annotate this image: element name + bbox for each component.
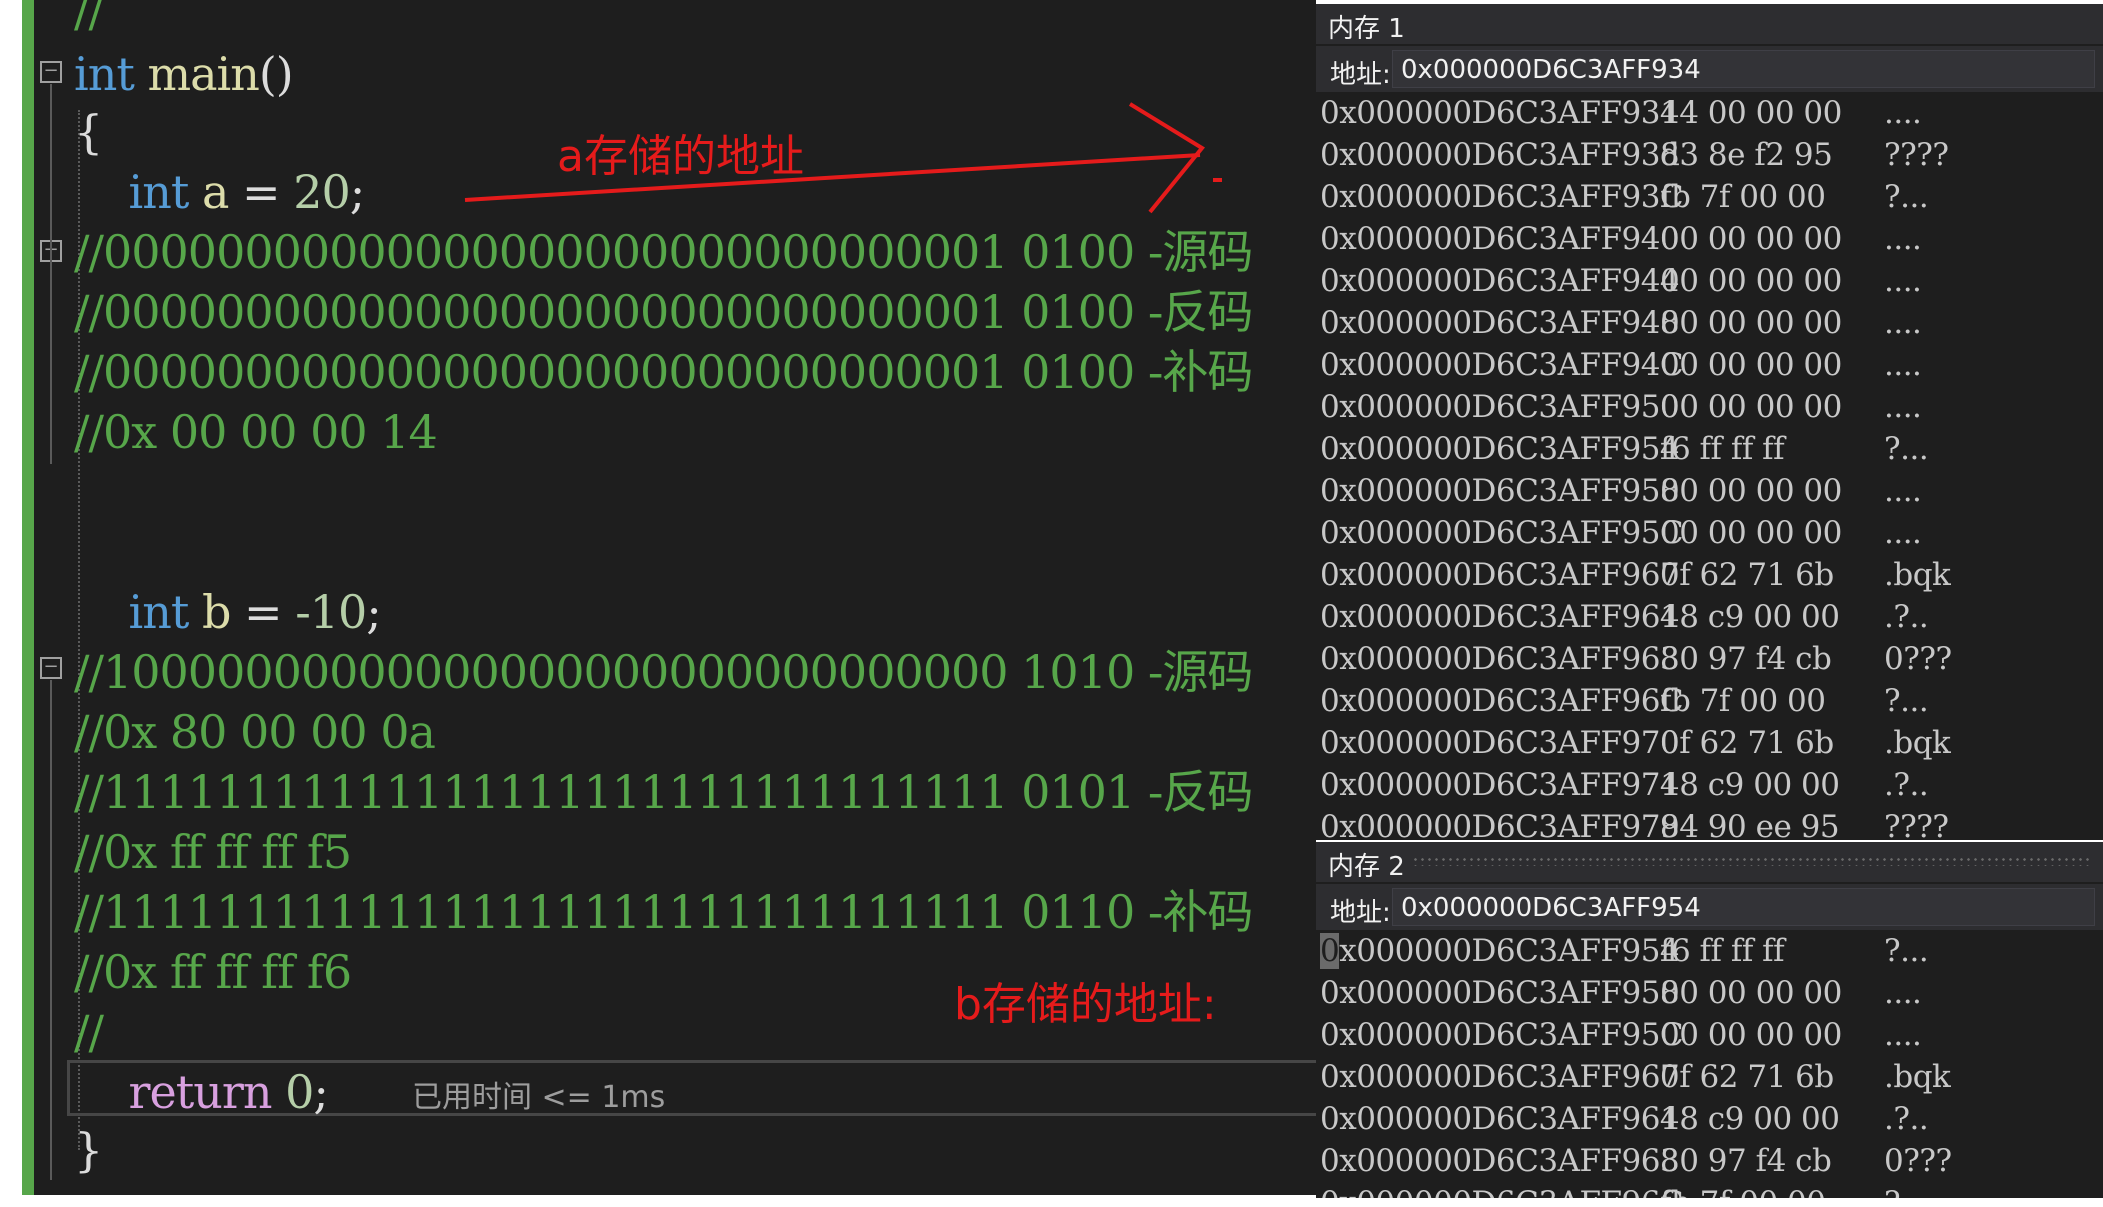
memory-bytes: f6 ff ff ff: [1660, 431, 1785, 467]
memory-address: 0x000000D6C3AFF95C: [1320, 515, 1684, 551]
memory-ascii: ????: [1884, 809, 1949, 840]
memory-ascii: ?...: [1884, 683, 1929, 719]
memory-ascii: .?..: [1884, 599, 1929, 635]
editor-bottom-edge: [22, 1195, 1316, 1207]
memory1-address-input[interactable]: 0x000000D6C3AFF934: [1392, 50, 2095, 88]
memory-ascii: .bqk: [1884, 557, 1951, 593]
memory-address: 0x000000D6C3AFF958: [1320, 975, 1680, 1011]
memory-address: 0x000000D6C3AFF948: [1320, 305, 1680, 341]
memory-bytes: 94 90 ee 95: [1660, 809, 1840, 840]
memory-ascii: ?...: [1884, 179, 1929, 215]
memory-bytes: 00 00 00 00: [1660, 1017, 1842, 1053]
memory-address: 0x000000D6C3AFF96C: [1320, 1182, 1684, 1198]
memory-ascii: 0???: [1884, 1143, 1952, 1179]
memory-address: 0x000000D6C3AFF960: [1320, 557, 1680, 593]
memory-bytes: 00 00 00 00: [1660, 347, 1842, 383]
memory-ascii: .?..: [1884, 767, 1929, 803]
memory-bytes: 00 00 00 00: [1660, 975, 1842, 1011]
memory-bytes: 00 00 00 00: [1660, 263, 1842, 299]
memory-bytes: 18 c9 00 00: [1660, 1101, 1840, 1137]
memory-address: 0x000000D6C3AFF95C: [1320, 1017, 1684, 1053]
memory-address: 0x000000D6C3AFF964: [1320, 1101, 1680, 1137]
memory-cursor: 0: [1320, 933, 1340, 969]
memory-address: 0x000000D6C3AFF974: [1320, 767, 1680, 803]
memory-ascii: ....: [1884, 305, 1922, 341]
memory-ascii: ....: [1884, 347, 1922, 383]
memory-address: 0x000000D6C3AFF968: [1320, 1143, 1680, 1179]
memory-address: 0x000000D6C3AFF968: [1320, 641, 1680, 677]
memory-ascii: ....: [1884, 515, 1922, 551]
memory-ascii: .bqk: [1884, 725, 1951, 761]
memory-address: 0x000000D6C3AFF94C: [1320, 347, 1684, 383]
memory-ascii: ....: [1884, 221, 1922, 257]
memory-ascii: .?..: [1884, 1101, 1929, 1137]
memory1-address-bar: 地址: 0x000000D6C3AFF934: [1316, 46, 2103, 92]
memory-bytes: 30 97 f4 cb: [1660, 641, 1832, 677]
memory-ascii: ....: [1884, 975, 1922, 1011]
memory-bytes: 00 00 00 00: [1660, 221, 1842, 257]
memory-address: 0x000000D6C3AFF940: [1320, 221, 1680, 257]
memory-ascii: ?...: [1884, 1182, 1929, 1198]
memory1-titlebar[interactable]: 内存 1: [1316, 4, 2103, 44]
memory-ascii: ....: [1884, 1017, 1922, 1053]
memory2-address-label: 地址:: [1330, 898, 1391, 928]
memory-address: 0x000000D6C3AFF978: [1320, 809, 1680, 840]
memory-bytes: 18 c9 00 00: [1660, 599, 1840, 635]
memory-bytes: 18 c9 00 00: [1660, 767, 1840, 803]
memory2-address-input[interactable]: 0x000000D6C3AFF954: [1392, 888, 2095, 926]
memory-address: 0x000000D6C3AFF958: [1320, 473, 1680, 509]
memory-address: 0x000000D6C3AFF954: [1320, 933, 1680, 969]
memory-ascii: ....: [1884, 95, 1922, 131]
memory-ascii: .bqk: [1884, 1059, 1951, 1095]
memory-address: 0x000000D6C3AFF970: [1320, 725, 1680, 761]
memory-bytes: 30 97 f4 cb: [1660, 1143, 1832, 1179]
memory-ascii: ?...: [1884, 431, 1929, 467]
memory-bytes: 7f 62 71 6b: [1660, 1059, 1834, 1095]
memory2-address-bar: 地址: 0x000000D6C3AFF954: [1316, 884, 2103, 930]
memory-window-1[interactable]: 内存 1 地址: 0x000000D6C3AFF934 0x000000D6C3…: [1316, 4, 2103, 840]
memory-bytes: 00 00 00 00: [1660, 473, 1842, 509]
memory-bytes: 00 00 00 00: [1660, 389, 1842, 425]
memory-bytes: fb 7f 00 00: [1660, 1182, 1826, 1198]
memory-ascii: 0???: [1884, 641, 1952, 677]
memory2-drag-handle[interactable]: [1412, 856, 2093, 866]
memory-address: 0x000000D6C3AFF96C: [1320, 683, 1684, 719]
arrow-shaft: [464, 153, 1201, 202]
memory-bytes: fb 7f 00 00: [1660, 179, 1826, 215]
memory-address: 0x000000D6C3AFF950: [1320, 389, 1680, 425]
memory-ascii: ....: [1884, 389, 1922, 425]
memory-address: 0x000000D6C3AFF93C: [1320, 179, 1684, 215]
memory2-titlebar[interactable]: 内存 2: [1316, 842, 2103, 882]
memory2-title: 内存 2: [1328, 852, 1405, 882]
memory-ascii: ?...: [1884, 933, 1929, 969]
memory-bytes: 00 00 00 00: [1660, 305, 1842, 341]
memory-address: 0x000000D6C3AFF954: [1320, 431, 1680, 467]
memory-ascii: ....: [1884, 473, 1922, 509]
memory-address: 0x000000D6C3AFF934: [1320, 95, 1680, 131]
memory1-title: 内存 1: [1328, 14, 1405, 44]
memory-address: 0x000000D6C3AFF944: [1320, 263, 1680, 299]
memory-bytes: fb 7f 00 00: [1660, 683, 1826, 719]
memory-address: 0x000000D6C3AFF960: [1320, 1059, 1680, 1095]
memory1-address-label: 地址:: [1330, 60, 1391, 90]
memory-ascii: ????: [1884, 137, 1949, 173]
memory-bytes: 14 00 00 00: [1660, 95, 1842, 131]
memory-bytes: d3 8e f2 95: [1660, 137, 1833, 173]
memory-bytes: 00 00 00 00: [1660, 515, 1842, 551]
memory-bytes: 0f 62 71 6b: [1660, 725, 1834, 761]
memory-bytes: f6 ff ff ff: [1660, 933, 1785, 969]
memory-address: 0x000000D6C3AFF938: [1320, 137, 1680, 173]
memory-address: 0x000000D6C3AFF964: [1320, 599, 1680, 635]
memory-ascii: ....: [1884, 263, 1922, 299]
memory-window-2[interactable]: 内存 2 地址: 0x000000D6C3AFF954 0x000000D6C3…: [1316, 842, 2103, 1198]
memory-bytes: 7f 62 71 6b: [1660, 557, 1834, 593]
